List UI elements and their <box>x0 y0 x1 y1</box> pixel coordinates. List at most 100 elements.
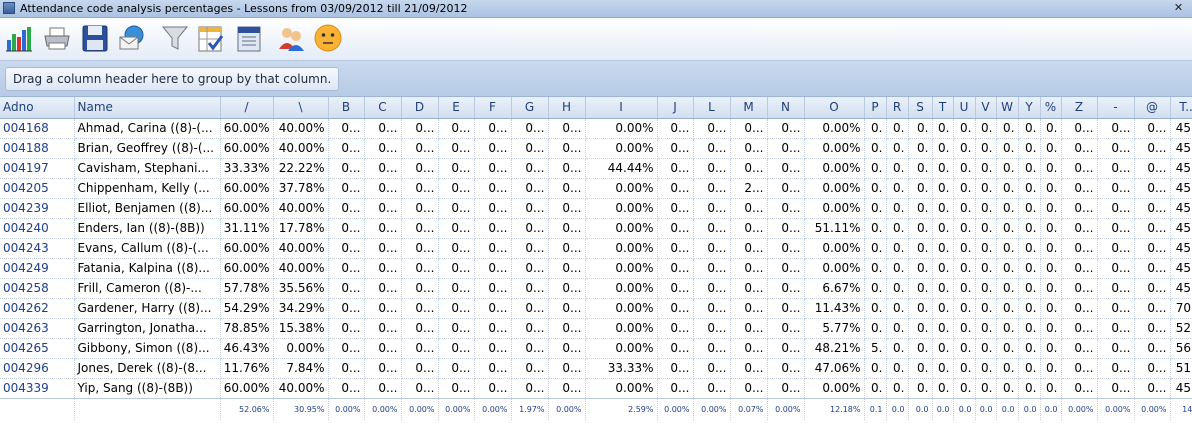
table-cell[interactable]: 0... <box>767 278 805 299</box>
column-header[interactable]: V <box>975 97 997 119</box>
table-cell[interactable]: 40.00% <box>273 378 329 399</box>
adno-cell[interactable]: 004296 <box>0 358 75 379</box>
name-cell[interactable]: Frill, Cameron ((8)-... <box>74 278 221 299</box>
table-cell[interactable]: 0... <box>767 138 805 159</box>
table-cell[interactable]: 57.78% <box>220 278 274 299</box>
table-cell[interactable]: 0... <box>474 278 512 299</box>
table-cell[interactable]: 0. <box>886 378 909 399</box>
table-cell[interactable]: 0... <box>511 138 549 159</box>
table-cell[interactable]: 0. <box>996 158 1019 179</box>
table-cell[interactable]: 0... <box>438 198 475 219</box>
table-cell[interactable]: 0... <box>474 238 512 259</box>
column-header[interactable]: T... <box>1170 97 1192 119</box>
table-cell[interactable]: 0... <box>474 318 512 339</box>
table-cell[interactable]: 0... <box>548 218 586 239</box>
table-cell[interactable]: 0. <box>953 198 976 219</box>
column-header[interactable]: G <box>511 97 549 119</box>
table-cell[interactable]: 0. <box>886 298 909 319</box>
table-cell[interactable]: 0... <box>657 138 694 159</box>
table-cell[interactable]: 0. <box>975 138 997 159</box>
table-cell[interactable]: 0. <box>908 338 933 359</box>
table-cell[interactable]: 0. <box>1040 298 1062 319</box>
table-cell[interactable]: 0. <box>953 258 976 279</box>
table-cell[interactable]: 0. <box>908 358 933 379</box>
table-cell[interactable]: 0... <box>1134 198 1171 219</box>
table-cell[interactable]: 0... <box>548 358 586 379</box>
table-cell[interactable]: 0. <box>975 278 997 299</box>
table-cell[interactable]: 0. <box>1018 218 1041 239</box>
table-cell[interactable]: 0... <box>730 378 768 399</box>
table-cell[interactable]: 0... <box>1134 218 1171 239</box>
table-cell[interactable]: 0... <box>1097 298 1135 319</box>
table-cell[interactable]: 52... <box>1170 318 1192 339</box>
table-cell[interactable]: 0... <box>1134 318 1171 339</box>
table-cell[interactable]: 0... <box>767 158 805 179</box>
table-cell[interactable]: 0... <box>767 298 805 319</box>
table-cell[interactable]: 0. <box>886 178 909 199</box>
table-cell[interactable]: 0... <box>511 238 549 259</box>
table-cell[interactable]: 0. <box>1040 238 1062 259</box>
table-cell[interactable]: 0... <box>767 198 805 219</box>
table-cell[interactable]: 0. <box>886 338 909 359</box>
table-cell[interactable]: 0... <box>1061 158 1098 179</box>
table-cell[interactable]: 0. <box>996 278 1019 299</box>
table-cell[interactable]: 0. <box>932 218 954 239</box>
table-cell[interactable]: 0. <box>996 338 1019 359</box>
table-cell[interactable]: 47.06% <box>804 358 865 379</box>
table-cell[interactable]: 0. <box>953 178 976 199</box>
table-cell[interactable]: 2... <box>730 178 768 199</box>
name-cell[interactable]: Elliot, Benjamen ((8)... <box>74 198 221 219</box>
table-cell[interactable]: 0.00% <box>804 258 865 279</box>
table-cell[interactable]: 0. <box>953 238 976 259</box>
table-cell[interactable]: 0... <box>328 158 365 179</box>
table-cell[interactable]: 0. <box>1040 358 1062 379</box>
table-cell[interactable]: 0... <box>1097 278 1135 299</box>
table-cell[interactable]: 0... <box>730 278 768 299</box>
table-cell[interactable]: 40.00% <box>273 198 329 219</box>
table-cell[interactable]: 0. <box>932 258 954 279</box>
table-cell[interactable]: 45... <box>1170 238 1192 259</box>
adno-cell[interactable]: 004249 <box>0 258 75 279</box>
table-cell[interactable]: 0. <box>953 138 976 159</box>
table-cell[interactable]: 0. <box>932 278 954 299</box>
table-cell[interactable]: 0... <box>1061 358 1098 379</box>
table-cell[interactable]: 0... <box>548 158 586 179</box>
table-cell[interactable]: 0... <box>693 118 731 139</box>
table-cell[interactable]: 54.29% <box>220 298 274 319</box>
table-cell[interactable]: 35.56% <box>273 278 329 299</box>
table-cell[interactable]: 0... <box>767 118 805 139</box>
table-cell[interactable]: 0... <box>328 238 365 259</box>
table-cell[interactable]: 0... <box>693 318 731 339</box>
table-cell[interactable]: 0. <box>1040 278 1062 299</box>
table-cell[interactable]: 0. <box>908 378 933 399</box>
table-cell[interactable]: 0... <box>1097 138 1135 159</box>
table-cell[interactable]: 6.67% <box>804 278 865 299</box>
table-cell[interactable]: 0... <box>474 378 512 399</box>
table-cell[interactable]: 46.43% <box>220 338 274 359</box>
table-cell[interactable]: 0... <box>438 378 475 399</box>
table-row[interactable]: 004263 Garrington, Jonatha... 78.85% 15.38%… <box>0 318 1192 339</box>
table-cell[interactable]: 0... <box>548 258 586 279</box>
table-cell[interactable]: 0... <box>364 278 402 299</box>
table-cell[interactable]: 0... <box>364 118 402 139</box>
table-cell[interactable]: 0. <box>1040 258 1062 279</box>
table-cell[interactable]: 0... <box>693 178 731 199</box>
smiley-icon[interactable] <box>313 22 343 55</box>
table-cell[interactable]: 0... <box>657 198 694 219</box>
table-cell[interactable]: 0... <box>364 138 402 159</box>
table-cell[interactable]: 7.84% <box>273 358 329 379</box>
table-cell[interactable]: 0... <box>1097 378 1135 399</box>
table-cell[interactable]: 60.00% <box>220 238 274 259</box>
table-cell[interactable]: 0. <box>953 338 976 359</box>
table-cell[interactable]: 34.29% <box>273 298 329 319</box>
table-cell[interactable]: 0. <box>1040 178 1062 199</box>
table-cell[interactable]: 0... <box>657 118 694 139</box>
table-cell[interactable]: 0... <box>401 118 439 139</box>
table-cell[interactable]: 0. <box>932 158 954 179</box>
table-cell[interactable]: 0... <box>364 158 402 179</box>
table-cell[interactable]: 0.00% <box>585 378 658 399</box>
table-cell[interactable]: 0... <box>438 318 475 339</box>
table-cell[interactable]: 0. <box>932 298 954 319</box>
table-cell[interactable]: 5.77% <box>804 318 865 339</box>
table-cell[interactable]: 0... <box>657 258 694 279</box>
